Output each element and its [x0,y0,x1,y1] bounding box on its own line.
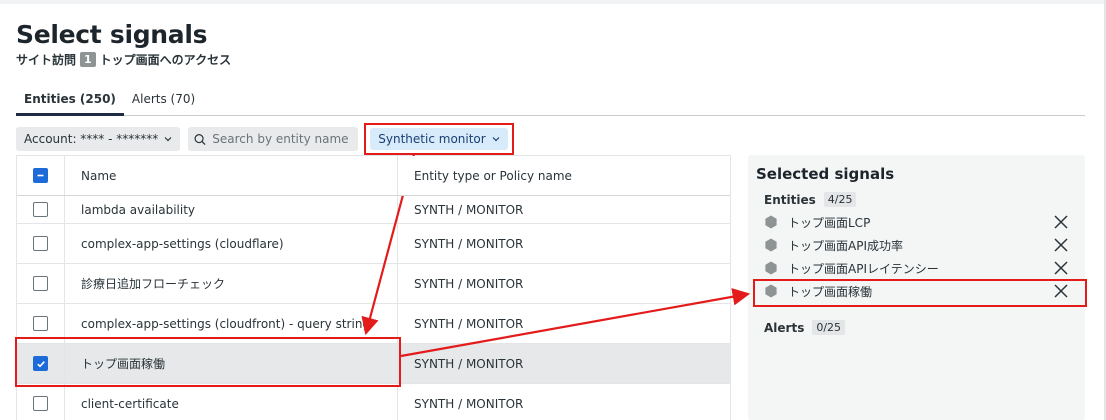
entity-table: Name Entity type or Policy name lambda a… [16,155,731,420]
row-type: SYNTH / MONITOR [414,236,524,251]
chevron-down-icon [492,137,500,142]
panel-title: Selected signals [756,165,895,183]
synthetic-monitor-label: Synthetic monitor [378,132,486,146]
selected-signals-panel: Selected signals Entities 4/25 トップ画面LCP … [748,155,1085,420]
row-type: SYNTH / MONITOR [414,316,524,331]
table-header: Name Entity type or Policy name [17,156,730,196]
alerts-section-label: Alerts 0/25 [764,320,846,335]
filter-bar: Account: **** - ******* Synthetic monito… [16,123,514,155]
tab-bar: Entities (250) Alerts (70) [16,84,1085,116]
synthetic-filter-highlight: Synthetic monitor [364,123,514,155]
hexagon-icon [765,261,777,275]
hexagon-icon [765,238,777,252]
column-header-name[interactable]: Name [65,156,398,195]
hexagon-icon [765,215,777,229]
row-checkbox[interactable] [33,396,48,411]
selected-entity: トップ画面APIレイテンシー [764,257,1069,279]
table-row[interactable]: client-certificate SYNTH / MONITOR [17,384,730,420]
account-dropdown[interactable]: Account: **** - ******* [16,127,181,151]
row-type: SYNTH / MONITOR [414,276,524,291]
close-icon[interactable] [1053,237,1069,253]
entities-section-label: Entities 4/25 [764,192,857,207]
row-checkbox-checked[interactable] [33,356,48,371]
search-input[interactable] [212,132,353,146]
table-body: lambda availability SYNTH / MONITOR comp… [17,196,730,420]
close-icon[interactable] [1053,283,1069,299]
search-box[interactable] [188,127,359,151]
select-all-checkbox[interactable] [33,168,48,183]
column-header-type[interactable]: Entity type or Policy name [398,156,730,195]
table-row-selected[interactable]: トップ画面稼働 SYNTH / MONITOR [17,344,730,384]
tab-entities[interactable]: Entities (250) [16,84,124,116]
row-name: complex-app-settings (cloudflare) [65,224,398,263]
row-checkbox[interactable] [33,276,48,291]
selected-entity: トップ画面API成功率 [764,234,1069,256]
row-name: lambda availability [65,196,398,223]
row-checkbox[interactable] [33,236,48,251]
subtitle-prefix: サイト訪問 [16,53,77,67]
row-checkbox[interactable] [33,202,48,217]
synthetic-monitor-filter[interactable]: Synthetic monitor [370,128,508,150]
row-checkbox[interactable] [33,316,48,331]
table-row[interactable]: complex-app-settings (cloudfront) - quer… [17,304,730,344]
search-icon [194,133,206,145]
row-type: SYNTH / MONITOR [414,396,524,411]
hexagon-icon [765,284,777,298]
check-icon [36,360,45,367]
entities-count-badge: 4/25 [823,192,857,207]
selected-entity: トップ画面LCP [764,211,1069,233]
subtitle-suffix: トップ画面へのアクセス [99,53,232,67]
close-icon[interactable] [1053,214,1069,230]
row-type: SYNTH / MONITOR [414,356,524,371]
row-type: SYNTH / MONITOR [414,202,524,217]
row-name: client-certificate [65,384,398,420]
row-name: complex-app-settings (cloudfront) - quer… [65,304,398,343]
table-row[interactable]: lambda availability SYNTH / MONITOR [17,196,730,224]
table-row[interactable]: complex-app-settings (cloudflare) SYNTH … [17,224,730,264]
page-title: Select signals [16,20,208,49]
step-number-badge: 1 [80,52,96,67]
top-border [0,0,1106,4]
chevron-down-icon [164,137,172,142]
row-name: トップ画面稼働 [65,344,398,383]
alerts-count-badge: 0/25 [812,320,846,335]
account-label: Account: **** - ******* [24,132,159,146]
row-name: 診療日追加フローチェック [65,264,398,303]
table-row[interactable]: 診療日追加フローチェック SYNTH / MONITOR [17,264,730,304]
minus-icon [37,174,44,177]
tab-alerts[interactable]: Alerts (70) [124,84,203,116]
selected-entity: トップ画面稼働 [764,280,1069,302]
close-icon[interactable] [1053,260,1069,276]
page-subtitle: サイト訪問 1 トップ画面へのアクセス [16,51,231,68]
